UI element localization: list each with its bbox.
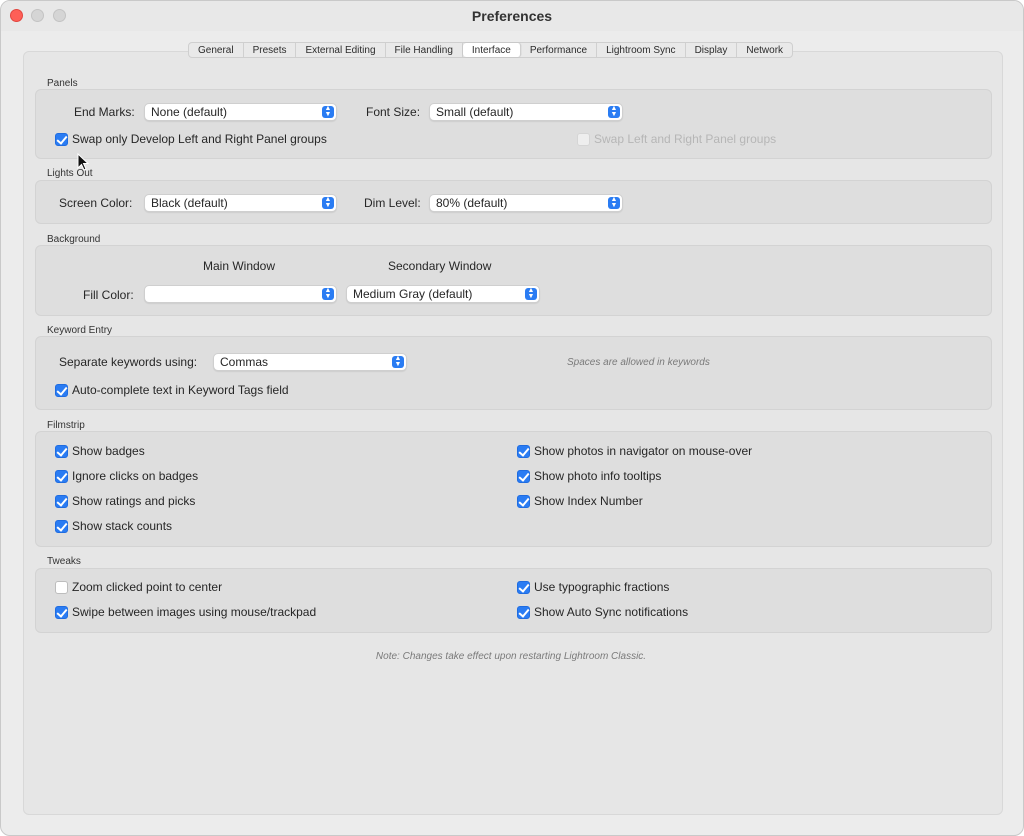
- font-size-value: Small (default): [436, 105, 514, 119]
- typographic-fractions-label: Use typographic fractions: [534, 580, 670, 594]
- swap-develop-checkbox[interactable]: [55, 133, 68, 146]
- main-window-fill-select[interactable]: ▲ ▼: [144, 285, 337, 303]
- tab-external-editing[interactable]: External Editing: [296, 43, 386, 57]
- mouse-cursor-icon: [77, 153, 89, 171]
- show-ratings-picks-label: Show ratings and picks: [72, 494, 196, 508]
- show-photos-navigator-label: Show photos in navigator on mouse-over: [534, 444, 753, 458]
- separate-keywords-select[interactable]: Commas ▲ ▼: [213, 353, 407, 371]
- secondary-window-fill-select[interactable]: Medium Gray (default) ▲ ▼: [346, 285, 540, 303]
- tab-performance[interactable]: Performance: [521, 43, 598, 57]
- keyword-entry-group: [35, 336, 992, 410]
- dim-level-label: Dim Level:: [364, 196, 421, 210]
- end-marks-value: None (default): [151, 105, 228, 119]
- autocomplete-label: Auto-complete text in Keyword Tags field: [72, 383, 289, 397]
- tab-lightroom-sync[interactable]: Lightroom Sync: [597, 43, 686, 57]
- tab-interface[interactable]: Interface: [462, 43, 521, 57]
- secondary-window-label: Secondary Window: [388, 259, 492, 273]
- tab-presets[interactable]: Presets: [244, 43, 297, 57]
- end-marks-label: End Marks:: [74, 105, 135, 119]
- font-size-select[interactable]: Small (default) ▲ ▼: [429, 103, 623, 121]
- background-group: [35, 245, 992, 316]
- chevron-updown-icon: ▲ ▼: [322, 196, 334, 209]
- show-stack-counts-checkbox[interactable]: [55, 520, 68, 533]
- panels-group: [35, 89, 992, 159]
- screen-color-select[interactable]: Black (default) ▲ ▼: [144, 194, 337, 212]
- auto-sync-notifications-label: Show Auto Sync notifications: [534, 605, 689, 619]
- typographic-fractions-checkbox[interactable]: [517, 581, 530, 594]
- auto-sync-notifications-checkbox[interactable]: [517, 606, 530, 619]
- zoom-clicked-point-label: Zoom clicked point to center: [72, 580, 223, 594]
- show-index-number-label: Show Index Number: [534, 494, 643, 508]
- swipe-images-checkbox[interactable]: [55, 606, 68, 619]
- chevron-updown-icon: ▲ ▼: [525, 287, 537, 300]
- ignore-clicks-badges-checkbox[interactable]: [55, 470, 68, 483]
- show-ratings-picks-checkbox[interactable]: [55, 495, 68, 508]
- show-index-number-checkbox[interactable]: [517, 495, 530, 508]
- filmstrip-group: [35, 431, 992, 547]
- separate-keywords-label: Separate keywords using:: [59, 355, 198, 369]
- fill-color-label: Fill Color:: [83, 288, 134, 302]
- show-badges-label: Show badges: [72, 444, 145, 458]
- tweaks-group: [35, 568, 992, 633]
- spaces-allowed-hint: Spaces are allowed in keywords: [567, 357, 710, 368]
- window-title: Preferences: [471, 8, 553, 24]
- swap-left-right-checkbox[interactable]: [577, 133, 590, 146]
- dim-level-value: 80% (default): [436, 196, 508, 210]
- chevron-updown-icon: ▲ ▼: [322, 105, 334, 118]
- autocomplete-checkbox[interactable]: [55, 384, 68, 397]
- tab-file-handling[interactable]: File Handling: [386, 43, 463, 57]
- chevron-updown-icon: ▲ ▼: [322, 287, 334, 300]
- tab-network[interactable]: Network: [737, 43, 792, 57]
- main-window-label: Main Window: [203, 259, 276, 273]
- ignore-clicks-badges-label: Ignore clicks on badges: [72, 469, 199, 483]
- chevron-updown-icon: ▲ ▼: [608, 105, 620, 118]
- swap-left-right-label: Swap Left and Right Panel groups: [594, 132, 777, 146]
- show-photo-info-tooltips-checkbox[interactable]: [517, 470, 530, 483]
- separate-keywords-value: Commas: [220, 355, 269, 369]
- screen-color-value: Black (default): [151, 196, 228, 210]
- swap-develop-label: Swap only Develop Left and Right Panel g…: [72, 132, 327, 146]
- dim-level-select[interactable]: 80% (default) ▲ ▼: [429, 194, 623, 212]
- title-bar: Preferences: [1, 1, 1023, 31]
- panels-section-title: Panels: [47, 78, 78, 89]
- font-size-label: Font Size:: [366, 105, 421, 119]
- show-photo-info-tooltips-label: Show photo info tooltips: [534, 469, 662, 483]
- zoom-clicked-point-checkbox[interactable]: [55, 581, 68, 594]
- keyword-entry-section-title: Keyword Entry: [47, 325, 113, 336]
- chevron-updown-icon: ▲ ▼: [392, 355, 404, 368]
- tweaks-section-title: Tweaks: [47, 556, 81, 567]
- tab-general[interactable]: General: [189, 43, 244, 57]
- swipe-images-label: Swipe between images using mouse/trackpa…: [72, 605, 317, 619]
- show-photos-navigator-checkbox[interactable]: [517, 445, 530, 458]
- screen-color-label: Screen Color:: [59, 196, 133, 210]
- show-badges-checkbox[interactable]: [55, 445, 68, 458]
- chevron-updown-icon: ▲ ▼: [608, 196, 620, 209]
- preferences-window: Preferences General Presets External Edi…: [0, 0, 1024, 836]
- show-stack-counts-label: Show stack counts: [72, 519, 173, 533]
- background-section-title: Background: [47, 234, 101, 245]
- tab-display[interactable]: Display: [686, 43, 738, 57]
- end-marks-select[interactable]: None (default) ▲ ▼: [144, 103, 337, 121]
- secondary-window-fill-value: Medium Gray (default): [353, 287, 473, 301]
- filmstrip-section-title: Filmstrip: [47, 420, 85, 431]
- restart-note: Note: Changes take effect upon restartin…: [375, 651, 647, 662]
- tab-bar: General Presets External Editing File Ha…: [188, 42, 794, 58]
